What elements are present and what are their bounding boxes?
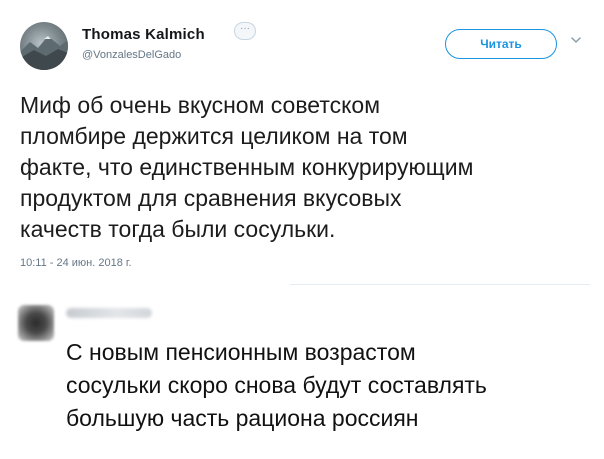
tweet-text-line: Миф об очень вкусном советском (20, 92, 381, 118)
tweet-text-line: факте, что единственным конкурирующим (20, 154, 474, 180)
tweet-text: Миф об очень вкусном советском пломбире … (20, 90, 590, 245)
tweet-text-line: качеств тогда были сосульки. (20, 216, 336, 242)
comment-text-line: большую часть рациона россиян (66, 405, 419, 431)
tweet-timestamp[interactable]: 10:11 - 24 июн. 2018 г. (20, 257, 132, 269)
comment-text-line: сосульки скоро снова будут составлять (66, 372, 487, 398)
tweet-card: Thomas Kalmich ··· @VonzalesDelGado Чита… (0, 0, 604, 290)
tweet-text-line: продуктом для сравнения вкусовых (20, 185, 402, 211)
more-dots-icon[interactable]: ··· (234, 22, 256, 40)
chevron-down-icon[interactable] (570, 34, 582, 46)
tweet-text-line: пломбире держится целиком на том (20, 123, 408, 149)
commenter-name-blurred (66, 308, 152, 318)
commenter-avatar-blurred (18, 305, 54, 341)
follow-button[interactable]: Читать (445, 29, 557, 59)
author-avatar[interactable] (20, 22, 68, 70)
divider (290, 284, 590, 285)
author-name[interactable]: Thomas Kalmich (82, 26, 205, 43)
comment-text: С новым пенсионным возрастом сосульки ск… (66, 336, 596, 435)
comment-text-line: С новым пенсионным возрастом (66, 339, 416, 365)
avatar-landscape-icon (20, 36, 68, 70)
author-handle[interactable]: @VonzalesDelGado (82, 49, 181, 61)
